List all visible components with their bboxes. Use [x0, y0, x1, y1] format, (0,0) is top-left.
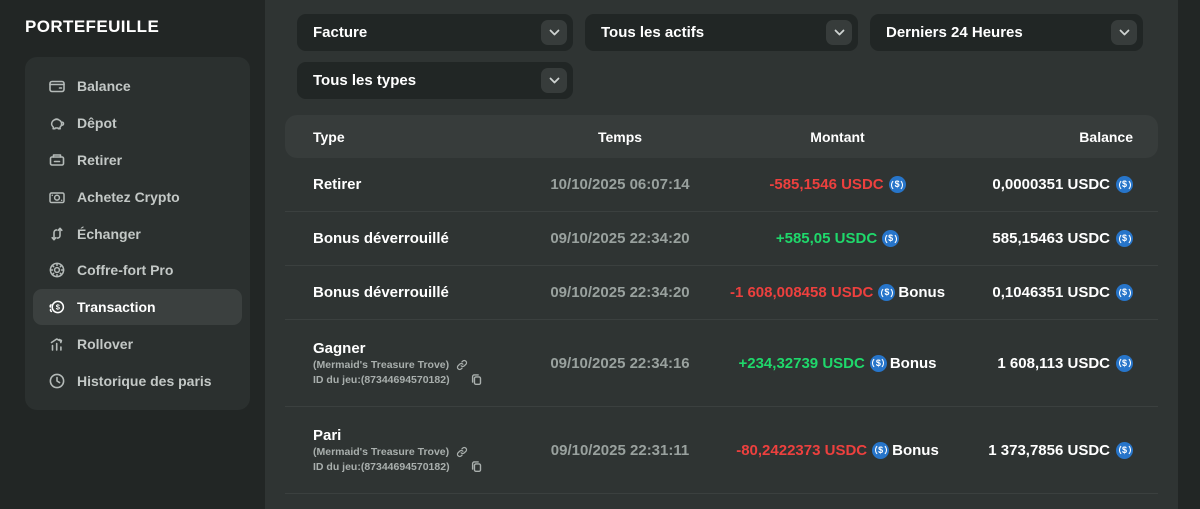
transaction-time: 09/10/2025 22:34:20 — [505, 284, 735, 301]
sidebar-item-label: Échanger — [77, 226, 141, 242]
column-header-type: Type — [285, 129, 505, 145]
type-filter-dropdown[interactable]: Tous les types — [297, 62, 573, 99]
table-row: Bonus déverrouillé 09/10/2025 22:34:20 +… — [285, 212, 1158, 266]
wallet-icon — [47, 77, 66, 96]
sidebar-item-label: Achetez Crypto — [77, 189, 180, 205]
table-row: Pari (Mermaid's Treasure Trove) ID du je… — [285, 407, 1158, 494]
copy-icon[interactable] — [470, 373, 483, 386]
column-header-temps: Temps — [505, 129, 735, 145]
withdraw-icon — [47, 150, 66, 169]
page-title: PORTEFEUILLE — [0, 0, 265, 37]
usdc-coin-icon — [878, 284, 895, 301]
link-icon[interactable] — [456, 359, 468, 371]
sidebar-item-label: Dêpot — [77, 115, 117, 131]
transaction-type: Gagner — [313, 340, 505, 357]
usdc-coin-icon — [1116, 284, 1133, 301]
period-filter-dropdown[interactable]: Derniers 24 Heures — [870, 14, 1143, 51]
sidebar-item-echanger[interactable]: Échanger — [33, 215, 242, 252]
piggy-bank-icon — [47, 114, 66, 133]
transaction-time: 09/10/2025 22:31:11 — [505, 442, 735, 459]
sidebar-nav: Balance Dêpot Retirer Achetez Crypto Éch… — [25, 57, 250, 410]
usdc-coin-icon — [870, 355, 887, 372]
swap-arrows-icon — [47, 224, 66, 243]
sidebar-item-label: Transaction — [77, 299, 156, 315]
invoice-type-dropdown[interactable]: Facture — [297, 14, 573, 51]
transaction-balance: 1 608,113 USDC — [997, 355, 1110, 372]
sidebar-item-balance[interactable]: Balance — [33, 68, 242, 105]
sidebar-item-label: Balance — [77, 78, 131, 94]
sidebar-item-label: Retirer — [77, 152, 122, 168]
sidebar-item-retirer[interactable]: Retirer — [33, 142, 242, 179]
game-id: ID du jeu:(87344694570182) — [313, 374, 450, 386]
transaction-amount: -80,2422373 USDC — [736, 442, 867, 459]
chevron-down-icon — [541, 68, 567, 93]
table-header-row: Type Temps Montant Balance — [285, 115, 1158, 158]
transaction-type: Bonus déverrouillé — [313, 284, 505, 301]
transaction-amount: -585,1546 USDC — [769, 176, 883, 193]
svg-text:$: $ — [55, 303, 60, 312]
game-name: (Mermaid's Treasure Trove) — [313, 359, 449, 371]
transaction-balance: 0,0000351 USDC — [992, 176, 1110, 193]
sidebar-item-transaction[interactable]: $ Transaction — [33, 289, 242, 326]
dropdown-selected-value: Tous les actifs — [601, 24, 704, 41]
copy-icon[interactable] — [470, 460, 483, 473]
bonus-badge: Bonus — [890, 355, 937, 372]
transaction-amount: +234,32739 USDC — [738, 355, 864, 372]
bonus-badge: Bonus — [892, 442, 939, 459]
wallet-sidebar-region: PORTEFEUILLE Balance Dêpot Retirer Achet… — [0, 0, 265, 509]
transaction-time: 09/10/2025 22:34:16 — [505, 355, 735, 372]
transaction-content-panel: Facture Tous les actifs Derniers 24 Heur… — [265, 0, 1178, 509]
chevron-down-icon — [826, 20, 852, 45]
usdc-coin-icon — [872, 442, 889, 459]
column-header-balance: Balance — [940, 129, 1158, 145]
transaction-type: Bonus déverrouillé — [313, 230, 505, 247]
vault-icon — [47, 261, 66, 280]
transaction-type: Pari — [313, 427, 505, 444]
link-icon[interactable] — [456, 446, 468, 458]
sidebar-item-achetez-crypto[interactable]: Achetez Crypto — [33, 178, 242, 215]
transaction-type: Retirer — [313, 176, 505, 193]
filter-bar: Facture Tous les actifs Derniers 24 Heur… — [297, 14, 1157, 99]
game-id: ID du jeu:(87344694570182) — [313, 461, 450, 473]
column-header-montant: Montant — [735, 129, 940, 145]
table-row: Retirer 10/10/2025 06:07:14 -585,1546 US… — [285, 158, 1158, 212]
sidebar-item-label: Historique des paris — [77, 373, 212, 389]
usdc-coin-icon — [882, 230, 899, 247]
coin-icon: $ — [47, 298, 66, 317]
usdc-coin-icon — [1116, 355, 1133, 372]
dropdown-selected-value: Derniers 24 Heures — [886, 24, 1023, 41]
table-row: Bonus déverrouillé 09/10/2025 22:34:20 -… — [285, 266, 1158, 320]
dropdown-selected-value: Facture — [313, 24, 367, 41]
transaction-amount: -1 608,008458 USDC — [730, 284, 873, 301]
transaction-balance: 1 373,7856 USDC — [988, 442, 1110, 459]
transaction-amount: +585,05 USDC — [776, 230, 877, 247]
usdc-coin-icon — [1116, 442, 1133, 459]
transaction-time: 09/10/2025 22:34:20 — [505, 230, 735, 247]
game-name: (Mermaid's Treasure Trove) — [313, 446, 449, 458]
transaction-time: 10/10/2025 06:07:14 — [505, 176, 735, 193]
chevron-down-icon — [1111, 20, 1137, 45]
chart-icon — [47, 334, 66, 353]
sidebar-item-label: Rollover — [77, 336, 133, 352]
usdc-coin-icon — [889, 176, 906, 193]
transactions-table: Type Temps Montant Balance Retirer 10/10… — [285, 115, 1158, 494]
sidebar-item-label: Coffre-fort Pro — [77, 262, 173, 278]
transaction-balance: 585,15463 USDC — [992, 230, 1110, 247]
sidebar-item-depot[interactable]: Dêpot — [33, 105, 242, 142]
clock-icon — [47, 371, 66, 390]
banknote-dollar-icon — [47, 187, 66, 206]
table-row: Gagner (Mermaid's Treasure Trove) ID du … — [285, 320, 1158, 407]
sidebar-item-rollover[interactable]: Rollover — [33, 325, 242, 362]
dropdown-selected-value: Tous les types — [313, 72, 416, 89]
usdc-coin-icon — [1116, 176, 1133, 193]
sidebar-item-historique-des-paris[interactable]: Historique des paris — [33, 362, 242, 399]
asset-filter-dropdown[interactable]: Tous les actifs — [585, 14, 858, 51]
bonus-badge: Bonus — [898, 284, 945, 301]
transaction-balance: 0,1046351 USDC — [992, 284, 1110, 301]
chevron-down-icon — [541, 20, 567, 45]
usdc-coin-icon — [1116, 230, 1133, 247]
sidebar-item-coffre-fort-pro[interactable]: Coffre-fort Pro — [33, 252, 242, 289]
